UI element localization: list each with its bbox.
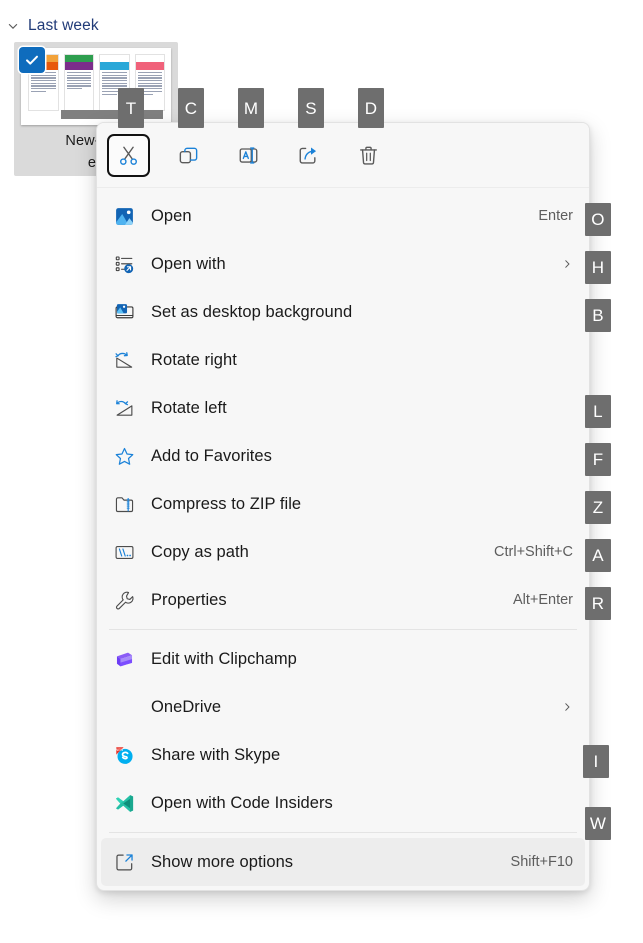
delete-button[interactable]	[347, 134, 390, 177]
rotate-left-icon	[111, 395, 137, 421]
chevron-down-icon[interactable]	[6, 19, 20, 33]
menu-item-open[interactable]: Open Enter	[101, 192, 585, 240]
menu-section-apps: Edit with Clipchamp OneDrive NEW Share w…	[97, 631, 589, 831]
menu-item-open-with[interactable]: Open with	[101, 240, 585, 288]
menu-item-compress-to-zip[interactable]: Compress to ZIP file	[101, 480, 585, 528]
menu-item-accelerator: Ctrl+Shift+C	[494, 544, 573, 560]
chevron-right-icon	[557, 258, 573, 270]
rotate-right-icon	[111, 347, 137, 373]
keytip-open-with: H	[585, 251, 611, 284]
menu-item-label: Set as desktop background	[151, 303, 573, 322]
keytip-cut: T	[118, 88, 144, 128]
keytip-share: S	[298, 88, 324, 128]
menu-item-label: Compress to ZIP file	[151, 495, 573, 514]
menu-item-set-as-desktop-background[interactable]: Set as desktop background	[101, 288, 585, 336]
menu-item-label: Open with	[151, 255, 543, 274]
zip-folder-icon	[111, 491, 137, 517]
wrench-icon	[111, 587, 137, 613]
menu-item-label: Rotate left	[151, 399, 573, 418]
group-header-label: Last week	[28, 17, 99, 35]
menu-item-open-with-code-insiders[interactable]: Open with Code Insiders	[101, 779, 585, 827]
menu-item-label: Add to Favorites	[151, 447, 573, 466]
thumbnail-footer-bar	[61, 110, 163, 119]
rename-button[interactable]	[227, 134, 270, 177]
menu-item-label: Share with Skype	[151, 746, 573, 765]
show-more-options-icon	[111, 849, 137, 875]
group-header-last-week[interactable]: Last week	[6, 14, 99, 38]
context-menu: Open Enter Open with	[96, 122, 590, 891]
keytip-set-as-background: B	[585, 299, 611, 332]
keytip-copy: C	[178, 88, 204, 128]
context-menu-command-bar	[97, 123, 589, 188]
menu-item-label: Open	[151, 207, 520, 226]
svg-text:NEW: NEW	[115, 748, 122, 752]
scissors-icon	[117, 144, 140, 167]
menu-item-rotate-left[interactable]: Rotate left	[101, 384, 585, 432]
clipchamp-icon	[111, 646, 137, 672]
open-with-icon	[111, 251, 137, 277]
menu-item-label: Edit with Clipchamp	[151, 650, 573, 669]
keytip-delete: D	[358, 88, 384, 128]
checkmark-icon	[24, 52, 40, 68]
menu-item-accelerator: Enter	[538, 208, 573, 224]
keytip-properties: R	[585, 587, 611, 620]
share-button[interactable]	[287, 134, 330, 177]
menu-separator	[109, 629, 577, 630]
menu-item-onedrive[interactable]: OneDrive	[101, 683, 585, 731]
desktop-background-icon	[111, 299, 137, 325]
menu-section-primary: Open Enter Open with	[97, 188, 589, 628]
rename-icon	[237, 144, 260, 167]
menu-separator	[109, 832, 577, 833]
menu-item-label: Copy as path	[151, 543, 476, 562]
menu-item-label: Show more options	[151, 853, 493, 872]
vscode-insiders-icon	[111, 790, 137, 816]
menu-item-accelerator: Shift+F10	[511, 854, 573, 870]
no-icon-placeholder	[111, 694, 137, 720]
copy-path-icon	[111, 539, 137, 565]
copy-button[interactable]	[167, 134, 210, 177]
share-icon	[297, 144, 320, 167]
keytip-add-to-favorites: F	[585, 443, 611, 476]
menu-section-more: Show more options Shift+F10	[97, 834, 589, 890]
menu-item-label: Properties	[151, 591, 495, 610]
menu-item-accelerator: Alt+Enter	[513, 592, 573, 608]
menu-item-label: Open with Code Insiders	[151, 794, 573, 813]
menu-item-show-more-options[interactable]: Show more options Shift+F10	[101, 838, 585, 886]
menu-item-rotate-right[interactable]: Rotate right	[101, 336, 585, 384]
skype-icon: NEW	[111, 742, 137, 768]
keytip-share-with-skype: I	[583, 745, 609, 778]
menu-item-edit-with-clipchamp[interactable]: Edit with Clipchamp	[101, 635, 585, 683]
cut-button[interactable]	[107, 134, 150, 177]
keytip-rename: M	[238, 88, 264, 128]
keytip-compress-zip: Z	[585, 491, 611, 524]
chevron-right-icon	[557, 701, 573, 713]
photos-app-icon	[111, 203, 137, 229]
copy-icon	[177, 144, 200, 167]
menu-item-label: OneDrive	[151, 698, 543, 717]
keytip-rotate-left: L	[585, 395, 611, 428]
menu-item-label: Rotate right	[151, 351, 573, 370]
keytip-copy-as-path: A	[585, 539, 611, 572]
keytip-open: O	[585, 203, 611, 236]
trash-icon	[357, 144, 380, 167]
thumbnail-columns	[28, 54, 165, 111]
menu-item-add-to-favorites[interactable]: Add to Favorites	[101, 432, 585, 480]
thumbnail-column	[64, 54, 95, 111]
menu-item-properties[interactable]: Properties Alt+Enter	[101, 576, 585, 624]
menu-item-copy-as-path[interactable]: Copy as path Ctrl+Shift+C	[101, 528, 585, 576]
star-icon	[111, 443, 137, 469]
keytip-open-with-code: W	[585, 807, 611, 840]
selection-checkmark-badge[interactable]	[19, 47, 45, 73]
menu-item-share-with-skype[interactable]: NEW Share with Skype	[101, 731, 585, 779]
